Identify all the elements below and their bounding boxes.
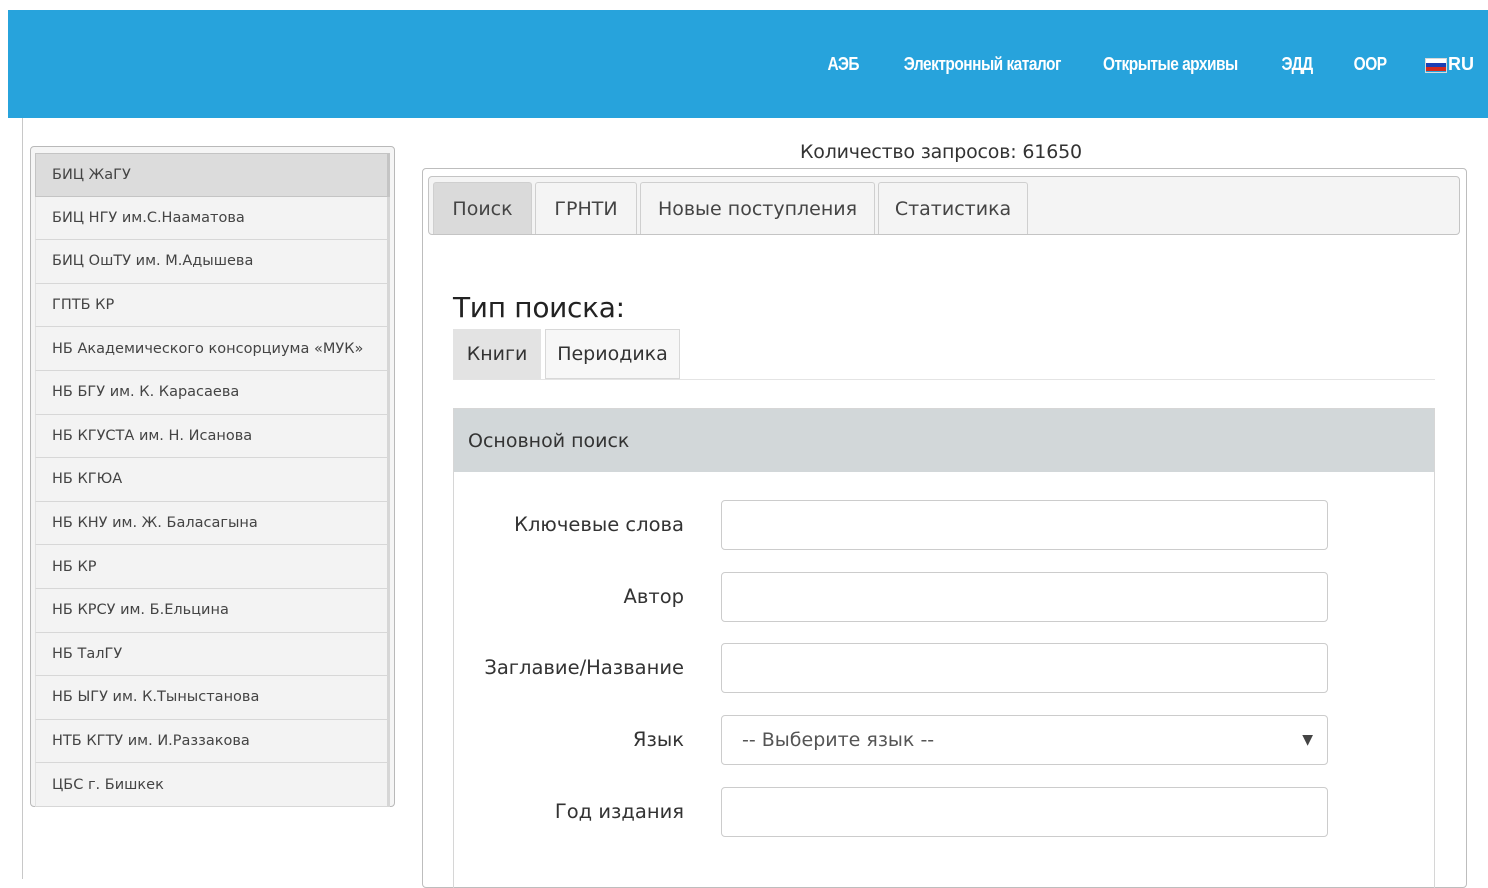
russian-flag-icon: [1425, 57, 1447, 73]
keywords-row: Ключевые слова: [454, 500, 1436, 550]
sidebar-item-nb-kgusta[interactable]: НБ КГУСТА им. Н. Исанова: [35, 414, 390, 459]
tab-periodicals[interactable]: Периодика: [545, 329, 680, 379]
year-row: Год издания: [454, 787, 1436, 837]
nav-link-edd[interactable]: ЭДД: [1281, 54, 1313, 75]
sidebar-item-nb-knu[interactable]: НБ КНУ им. Ж. Баласагына: [35, 501, 390, 546]
sidebar-item-nb-bgu[interactable]: НБ БГУ им. К. Карасаева: [35, 370, 390, 415]
sidebar-item-bic-zhagu[interactable]: БИЦ ЖаГУ: [35, 153, 390, 197]
library-sidebar: БИЦ ЖаГУ БИЦ НГУ им.С.Нааматова БИЦ ОшТУ…: [30, 146, 395, 807]
main-tabs: Поиск ГРНТИ Новые поступления Статистика: [428, 176, 1460, 235]
sidebar-item-bic-ngu[interactable]: БИЦ НГУ им.С.Нааматова: [35, 196, 390, 241]
sidebar-item-cbs-bishkek[interactable]: ЦБС г. Бишкек: [35, 763, 390, 807]
sidebar-item-ntb-kgtu[interactable]: НТБ КГТУ им. И.Раззакова: [35, 719, 390, 764]
request-count-value: 61650: [1022, 141, 1082, 163]
keywords-label: Ключевые слова: [514, 513, 684, 536]
nav-link-open-archives[interactable]: Открытые архивы: [1103, 54, 1238, 75]
search-type-title: Тип поиска:: [453, 291, 625, 324]
nav-link-oor[interactable]: ООР: [1353, 54, 1386, 75]
sidebar-item-nb-kr[interactable]: НБ КР: [35, 545, 390, 589]
language-label-field: Язык: [632, 728, 684, 751]
sidebar-item-nb-krsu[interactable]: НБ КРСУ им. Б.Ельцина: [35, 588, 390, 633]
title-label: Заглавие/Название: [484, 656, 684, 679]
search-type-tabs: Книги Периодика: [453, 329, 1435, 380]
basic-search-panel: Основной поиск Ключевые слова Автор Загл…: [453, 408, 1435, 888]
tab-grnti[interactable]: ГРНТИ: [535, 182, 637, 234]
sidebar-item-nb-kgyua[interactable]: НБ КГЮА: [35, 458, 390, 502]
tab-search[interactable]: Поиск: [433, 182, 532, 234]
author-label: Автор: [623, 585, 685, 608]
nav-link-electronic-catalog[interactable]: Электронный каталог: [904, 54, 1062, 75]
top-header: АЭБ Электронный каталог Открытые архивы …: [8, 10, 1488, 118]
tab-new-arrivals[interactable]: Новые поступления: [640, 182, 875, 234]
author-row: Автор: [454, 572, 1436, 622]
language-select[interactable]: -- Выберите язык -- ▼: [721, 715, 1328, 765]
panel-title: Основной поиск: [454, 409, 1434, 472]
author-input[interactable]: [721, 572, 1328, 622]
title-input[interactable]: [721, 643, 1328, 693]
page-divider: [22, 118, 23, 879]
sidebar-item-bic-oshtu[interactable]: БИЦ ОшТУ им. М.Адышева: [35, 240, 390, 284]
request-count: Количество запросов: 61650: [800, 141, 1082, 163]
tab-books[interactable]: Книги: [453, 329, 541, 379]
top-nav: АЭБ Электронный каталог Открытые архивы …: [825, 10, 1474, 118]
request-count-label: Количество запросов:: [800, 141, 1017, 163]
main-panel: Поиск ГРНТИ Новые поступления Статистика…: [422, 168, 1467, 888]
sidebar-item-nb-ygu[interactable]: НБ ЫГУ им. К.Тыныстанова: [35, 676, 390, 720]
tab-statistics[interactable]: Статистика: [878, 182, 1028, 234]
language-label: RU: [1448, 53, 1474, 74]
language-select-value: -- Выберите язык --: [742, 729, 935, 751]
keywords-input[interactable]: [721, 500, 1328, 550]
year-label: Год издания: [554, 800, 684, 823]
nav-link-aeb[interactable]: АЭБ: [827, 54, 859, 75]
language-switcher[interactable]: RU: [1425, 54, 1474, 75]
language-row: Язык -- Выберите язык -- ▼: [454, 715, 1436, 765]
title-row: Заглавие/Название: [454, 643, 1436, 693]
sidebar-item-nb-muk[interactable]: НБ Академического консорциума «МУК»: [35, 327, 390, 371]
sidebar-item-nb-talgu[interactable]: НБ ТалГУ: [35, 632, 390, 677]
year-input[interactable]: [721, 787, 1328, 837]
dropdown-arrow-icon: ▼: [1302, 732, 1313, 748]
sidebar-item-gptb-kr[interactable]: ГПТБ КР: [35, 283, 390, 328]
